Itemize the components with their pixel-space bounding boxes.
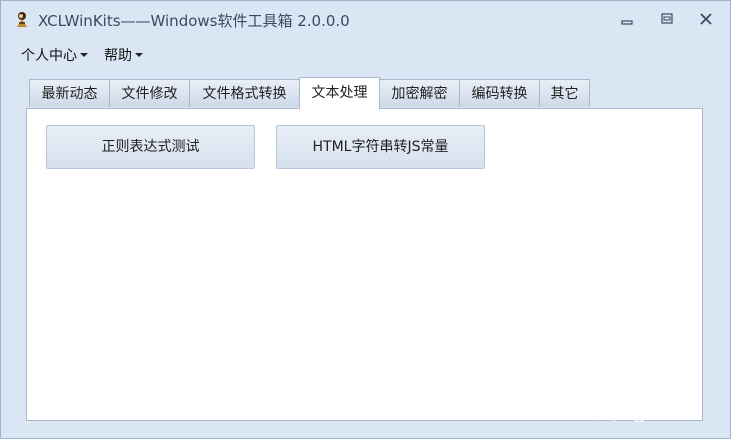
- chevron-down-icon: [80, 53, 88, 57]
- tab-file-modify[interactable]: 文件修改: [109, 79, 190, 107]
- tab-label: 文本处理: [311, 85, 368, 101]
- app-window: XCLWinKits——Windows软件工具箱 2.0.0.0 个人中心 帮助: [0, 0, 731, 439]
- tab-text-processing[interactable]: 文本处理: [299, 77, 380, 109]
- html-to-js-const-button[interactable]: HTML字符串转JS常量: [276, 125, 485, 169]
- tab-label: 其它: [550, 86, 579, 102]
- tab-latest-news[interactable]: 最新动态: [29, 79, 110, 107]
- app-logo-icon: [13, 10, 31, 28]
- minimize-button[interactable]: [616, 10, 638, 28]
- menu-help-label: 帮助: [104, 48, 132, 64]
- window-title: XCLWinKits——Windows软件工具箱 2.0.0.0: [38, 12, 350, 30]
- maximize-icon: [661, 13, 673, 24]
- close-icon: [700, 13, 712, 25]
- tab-file-format-convert[interactable]: 文件格式转换: [189, 79, 300, 107]
- tab-label: 编码转换: [471, 86, 528, 102]
- close-button[interactable]: [695, 10, 717, 28]
- tab-encrypt-decrypt[interactable]: 加密解密: [379, 79, 460, 107]
- tab-other[interactable]: 其它: [539, 79, 590, 107]
- tab-label: 文件格式转换: [202, 86, 287, 102]
- regex-test-button-label: 正则表达式测试: [101, 139, 200, 155]
- maximize-button[interactable]: [656, 10, 678, 28]
- title-bar[interactable]: XCLWinKits——Windows软件工具箱 2.0.0.0: [1, 1, 730, 37]
- menu-personal-center[interactable]: 个人中心: [21, 45, 88, 67]
- tab-label: 最新动态: [41, 86, 98, 102]
- tab-content-panel: 正则表达式测试 HTML字符串转JS常量: [26, 108, 703, 421]
- menu-help[interactable]: 帮助: [104, 45, 143, 67]
- html-to-js-const-button-label: HTML字符串转JS常量: [312, 139, 449, 155]
- regex-test-button[interactable]: 正则表达式测试: [46, 125, 255, 169]
- chevron-down-icon: [135, 53, 143, 57]
- minimize-icon: [621, 20, 633, 25]
- tab-encoding-convert[interactable]: 编码转换: [459, 79, 540, 107]
- tab-label: 文件修改: [121, 86, 178, 102]
- tab-label: 加密解密: [391, 86, 448, 102]
- watermark: 知乎 @xu xu: [591, 404, 695, 424]
- menu-personal-center-label: 个人中心: [21, 48, 77, 64]
